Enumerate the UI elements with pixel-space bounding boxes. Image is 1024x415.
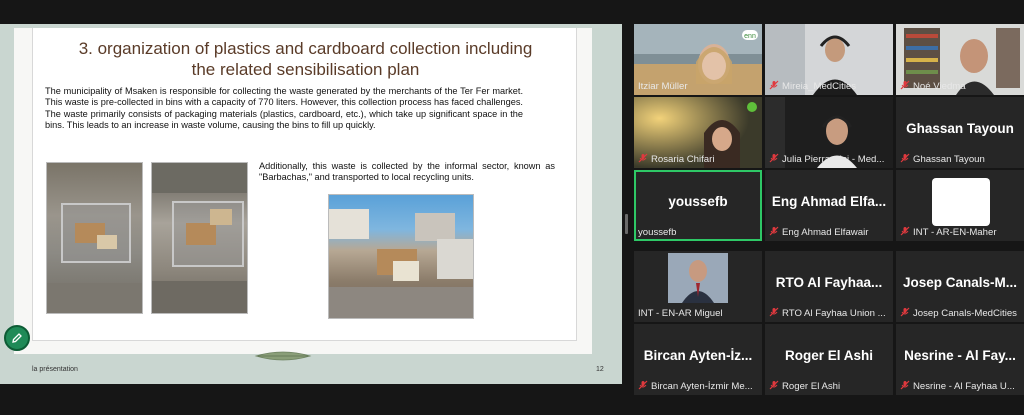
participant-avatar — [932, 178, 990, 226]
mic-muted-icon — [900, 307, 910, 317]
participant-name: Itziar Müller — [638, 81, 688, 92]
participant-display-name: Nesrine - Al Fay... — [904, 348, 1016, 363]
participant-name: Eng Ahmad Elfawair — [782, 227, 869, 238]
slide-footer-bar: la présentation 12 — [0, 360, 622, 384]
slide-title-line1: 3. organization of plastics and cardboar… — [78, 39, 533, 58]
participant-tile[interactable]: Julia Pierraccini - Med... — [765, 97, 893, 168]
participant-name: RTO Al Fayhaa Union ... — [782, 308, 886, 319]
participant-grid: enn Itziar Müller Mireia_MedCities Noé V… — [634, 24, 1024, 395]
participant-display-name: Josep Canals-M... — [902, 275, 1018, 290]
participant-name: INT - AR-EN-Maher — [913, 227, 997, 238]
barbachas-cart-photo — [328, 194, 474, 319]
mic-muted-icon — [638, 153, 648, 163]
mic-muted-icon — [638, 380, 648, 390]
meeting-window: 3. organization of plastics and cardboar… — [0, 0, 1024, 415]
participant-tile[interactable]: Eng Ahmad Elfa... Eng Ahmad Elfawair — [765, 170, 893, 241]
slide-paragraph-2: Additionally, this waste is collected by… — [259, 161, 555, 183]
slide-paragraph-1: The municipality of Msaken is responsibl… — [45, 86, 523, 130]
participant-tile[interactable]: enn Itziar Müller — [634, 24, 762, 95]
participant-name: Roger El Ashi — [782, 381, 841, 392]
mic-muted-icon — [900, 226, 910, 236]
mic-muted-icon — [900, 153, 910, 163]
mic-muted-icon — [769, 153, 779, 163]
participant-display-name: Eng Ahmad Elfa... — [771, 194, 887, 209]
participant-name: Mireia_MedCities — [782, 81, 857, 92]
mic-muted-icon — [900, 80, 910, 90]
annotate-button[interactable] — [4, 325, 30, 351]
presentation-label: la présentation — [32, 366, 78, 373]
participant-tile[interactable]: Rosaria Chifari — [634, 97, 762, 168]
mic-muted-icon — [769, 380, 779, 390]
waste-bin-photo-1 — [46, 162, 143, 314]
participant-display-name: youssefb — [668, 194, 728, 209]
waste-bin-photo-2 — [151, 162, 248, 314]
participant-name: Bircan Ayten-İzmir Me... — [651, 381, 753, 392]
slide-title: 3. organization of plastics and cardboar… — [33, 38, 578, 80]
participant-name: Nesrine - Al Fayhaa U... — [913, 381, 1015, 392]
participant-display-name: Ghassan Tayoun — [906, 121, 1014, 136]
presentation-slide: 3. organization of plastics and cardboar… — [14, 28, 592, 361]
participant-name: Rosaria Chifari — [651, 154, 715, 165]
shared-screen: 3. organization of plastics and cardboar… — [0, 24, 622, 384]
slide-page-number: 12 — [596, 366, 604, 373]
participant-tile[interactable]: INT - AR-EN-Maher — [896, 170, 1024, 241]
slide-title-line2: the related sensibilisation plan — [191, 60, 420, 79]
participant-name: Ghassan Tayoun — [913, 154, 985, 165]
participant-name: youssefb — [638, 227, 677, 238]
participant-tile[interactable]: Noé Viedma — [896, 24, 1024, 95]
participant-tile[interactable]: INT - EN-AR Miguel — [634, 251, 762, 322]
participant-tile[interactable]: Ghassan Tayoun Ghassan Tayoun — [896, 97, 1024, 168]
mic-muted-icon — [900, 380, 910, 390]
panel-resize-handle[interactable] — [625, 214, 628, 234]
participant-tile[interactable]: Roger El Ashi Roger El Ashi — [765, 324, 893, 395]
mic-muted-icon — [769, 80, 779, 90]
participant-name: INT - EN-AR Miguel — [638, 308, 723, 319]
mic-muted-icon — [769, 226, 779, 236]
participant-tile[interactable]: Nesrine - Al Fay... Nesrine - Al Fayhaa … — [896, 324, 1024, 395]
mic-muted-icon — [769, 307, 779, 317]
participant-tile[interactable]: Bircan Ayten-İz... Bircan Ayten-İzmir Me… — [634, 324, 762, 395]
participant-name: Julia Pierraccini - Med... — [782, 154, 885, 165]
pencil-icon — [12, 333, 22, 343]
participant-display-name: Bircan Ayten-İz... — [643, 348, 753, 363]
participant-tile[interactable]: Mireia_MedCities — [765, 24, 893, 95]
participant-tile[interactable]: Josep Canals-M... Josep Canals-MedCities — [896, 251, 1024, 322]
participant-avatar — [668, 253, 728, 303]
participant-display-name: RTO Al Fayhaa... — [775, 275, 883, 290]
slide-content: 3. organization of plastics and cardboar… — [32, 28, 577, 341]
participant-tile[interactable]: RTO Al Fayhaa... RTO Al Fayhaa Union ... — [765, 251, 893, 322]
participant-name: Noé Viedma — [913, 81, 966, 92]
participant-tile-active-speaker[interactable]: youssefb youssefb — [634, 170, 762, 241]
svg-text:enn: enn — [744, 33, 756, 40]
participant-display-name: Roger El Ashi — [784, 348, 873, 363]
participant-name: Josep Canals-MedCities — [913, 308, 1017, 319]
